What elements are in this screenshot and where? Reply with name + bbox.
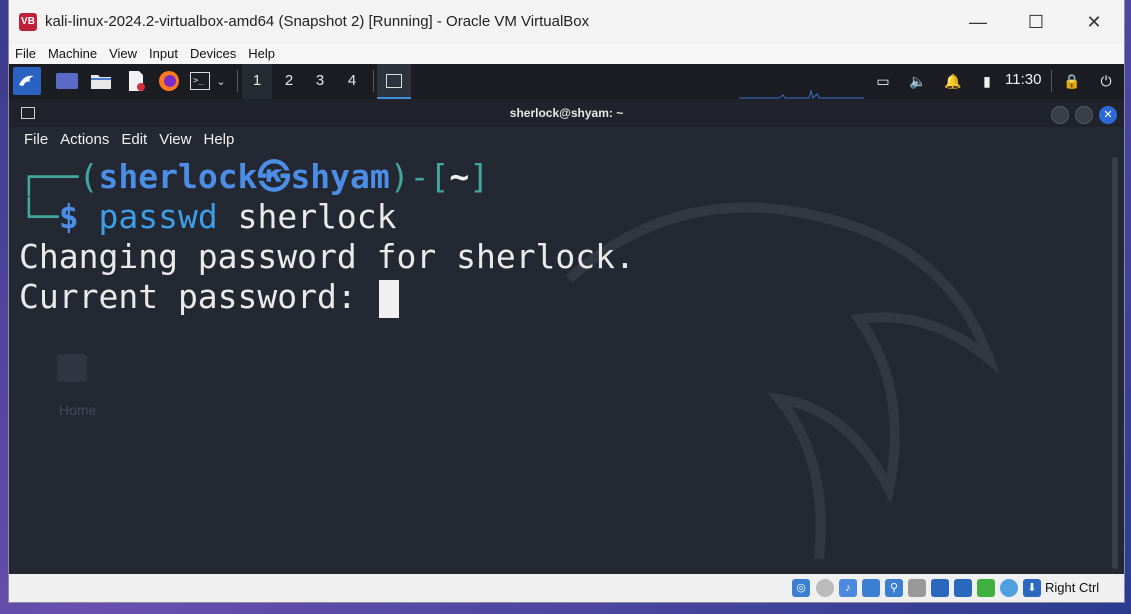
terminal-menu-file[interactable]: File	[18, 127, 54, 153]
hard-disk-icon[interactable]: ◎	[792, 579, 810, 597]
output-line: Changing password for sherlock.	[19, 237, 635, 276]
terminal-close-button[interactable]: ✕	[1099, 106, 1117, 124]
window-title: kali-linux-2024.2-virtualbox-amd64 (Snap…	[45, 13, 590, 30]
volume-icon[interactable]: 🔈	[908, 71, 928, 91]
battery-icon[interactable]: ▮	[977, 71, 997, 91]
terminal-menu-help[interactable]: Help	[197, 127, 240, 153]
panel-separator	[373, 70, 374, 92]
prompt-line-2: └─$ passwd sherlock	[19, 197, 397, 237]
password-prompt-line[interactable]: Current password:	[19, 277, 399, 318]
network-icon[interactable]: ▭	[873, 71, 893, 91]
prompt-mid: )-[	[389, 157, 450, 196]
prompt-dollar: $	[58, 197, 79, 236]
terminal-icon[interactable]: >_	[188, 69, 212, 93]
terminal-title: sherlock@shyam: ~	[509, 106, 624, 120]
virtualbox-window: VB kali-linux-2024.2-virtualbox-amd64 (S…	[9, 0, 1124, 602]
prompt-at: ㉿	[257, 157, 291, 196]
network-graph	[739, 86, 864, 99]
panel-separator	[237, 70, 238, 92]
notifications-icon[interactable]: 🔔	[943, 71, 963, 91]
command-name: passwd	[98, 197, 218, 236]
workspace-4[interactable]: 4	[337, 64, 367, 99]
guest-additions-icon[interactable]	[977, 579, 995, 597]
terminal-window[interactable]: sherlock@shyam: ~ ✕ File Actions Edit View H…	[9, 99, 1124, 574]
vbox-menu-machine[interactable]: Machine	[42, 45, 103, 62]
audio-icon[interactable]: ♪	[839, 579, 857, 597]
desktop-icon[interactable]	[55, 69, 79, 93]
terminal-menu-view[interactable]: View	[153, 127, 197, 153]
optical-drive-icon[interactable]	[816, 579, 834, 597]
kali-menu-icon[interactable]	[13, 67, 41, 95]
home-label[interactable]: Home	[59, 402, 96, 418]
keyboard-capture-icon[interactable]: ⬇	[1023, 579, 1041, 597]
vbox-menu-devices[interactable]: Devices	[184, 45, 242, 62]
title-bar[interactable]: VB kali-linux-2024.2-virtualbox-amd64 (S…	[9, 0, 1124, 44]
maximize-button[interactable]: ☐	[1007, 0, 1065, 44]
terminal-maximize-button[interactable]	[1075, 106, 1093, 124]
mouse-integration-icon[interactable]	[1000, 579, 1018, 597]
vbox-menu-help[interactable]: Help	[242, 45, 281, 62]
kali-top-panel: >_ ⌄ 1 2 3 4 ▭ 🔈 🔔 ▮ 11:30 🔒 ⏻	[9, 64, 1124, 101]
password-prompt: Current password:	[19, 277, 377, 316]
panel-separator	[1051, 70, 1052, 92]
host-key-label: Right Ctrl	[1045, 580, 1100, 595]
text-cursor	[378, 279, 399, 318]
video-capture-icon[interactable]	[954, 579, 972, 597]
prompt-user: sherlock	[98, 157, 258, 196]
vbox-menu-file[interactable]: File	[9, 45, 42, 62]
prompt-line-1: ┌──(sherlock㉿shyam)-[~]	[19, 157, 489, 197]
prompt-path: ~	[449, 157, 470, 196]
terminal-minimize-button[interactable]	[1051, 106, 1069, 124]
home-folder-icon[interactable]	[57, 354, 87, 382]
text-editor-icon[interactable]	[124, 69, 148, 93]
terminal-menu-actions[interactable]: Actions	[54, 127, 115, 153]
vbox-menu-input[interactable]: Input	[143, 45, 184, 62]
workspace-2[interactable]: 2	[274, 64, 304, 99]
command-arg: sherlock	[217, 197, 397, 236]
usb-icon[interactable]: ⚲	[885, 579, 903, 597]
workspace-3[interactable]: 3	[305, 64, 335, 99]
shared-folders-icon[interactable]	[908, 579, 926, 597]
prompt-open: ┌──(	[19, 157, 99, 196]
virtualbox-app-icon: VB	[19, 13, 37, 31]
terminal-title-bar[interactable]: sherlock@shyam: ~ ✕	[9, 99, 1124, 127]
close-button[interactable]: ✕	[1065, 0, 1123, 44]
terminal-scrollbar[interactable]	[1112, 157, 1118, 569]
lock-icon[interactable]: 🔒	[1062, 71, 1082, 91]
vm-display[interactable]: >_ ⌄ 1 2 3 4 ▭ 🔈 🔔 ▮ 11:30 🔒 ⏻ sherlock@…	[9, 64, 1124, 574]
network-adapter-icon[interactable]	[862, 579, 880, 597]
terminal-output[interactable]: ┌──(sherlock㉿shyam)-[~] └─$ passwd sherl…	[19, 157, 1109, 567]
file-manager-icon[interactable]	[89, 69, 113, 93]
terminal-menubar: File Actions Edit View Help	[9, 127, 1124, 153]
taskbar-terminal-window[interactable]	[377, 64, 411, 99]
chevron-down-icon[interactable]: ⌄	[214, 69, 228, 93]
clock[interactable]: 11:30	[1005, 71, 1041, 88]
prompt-close: ]	[469, 157, 490, 196]
minimize-button[interactable]: —	[949, 0, 1007, 44]
workspace-1[interactable]: 1	[242, 64, 272, 101]
display-icon[interactable]	[931, 579, 949, 597]
terminal-menu-edit[interactable]: Edit	[115, 127, 153, 153]
vbox-menu-view[interactable]: View	[103, 45, 143, 62]
power-icon[interactable]: ⏻	[1096, 71, 1116, 91]
vbox-menubar: File Machine View Input Devices Help	[9, 44, 1124, 64]
prompt-host: shyam	[290, 157, 390, 196]
prompt-line2-prefix: └─	[19, 197, 59, 236]
vbox-statusbar: ◎ ♪ ⚲ ⬇ Right Ctrl	[9, 574, 1124, 602]
firefox-icon[interactable]	[157, 69, 181, 93]
